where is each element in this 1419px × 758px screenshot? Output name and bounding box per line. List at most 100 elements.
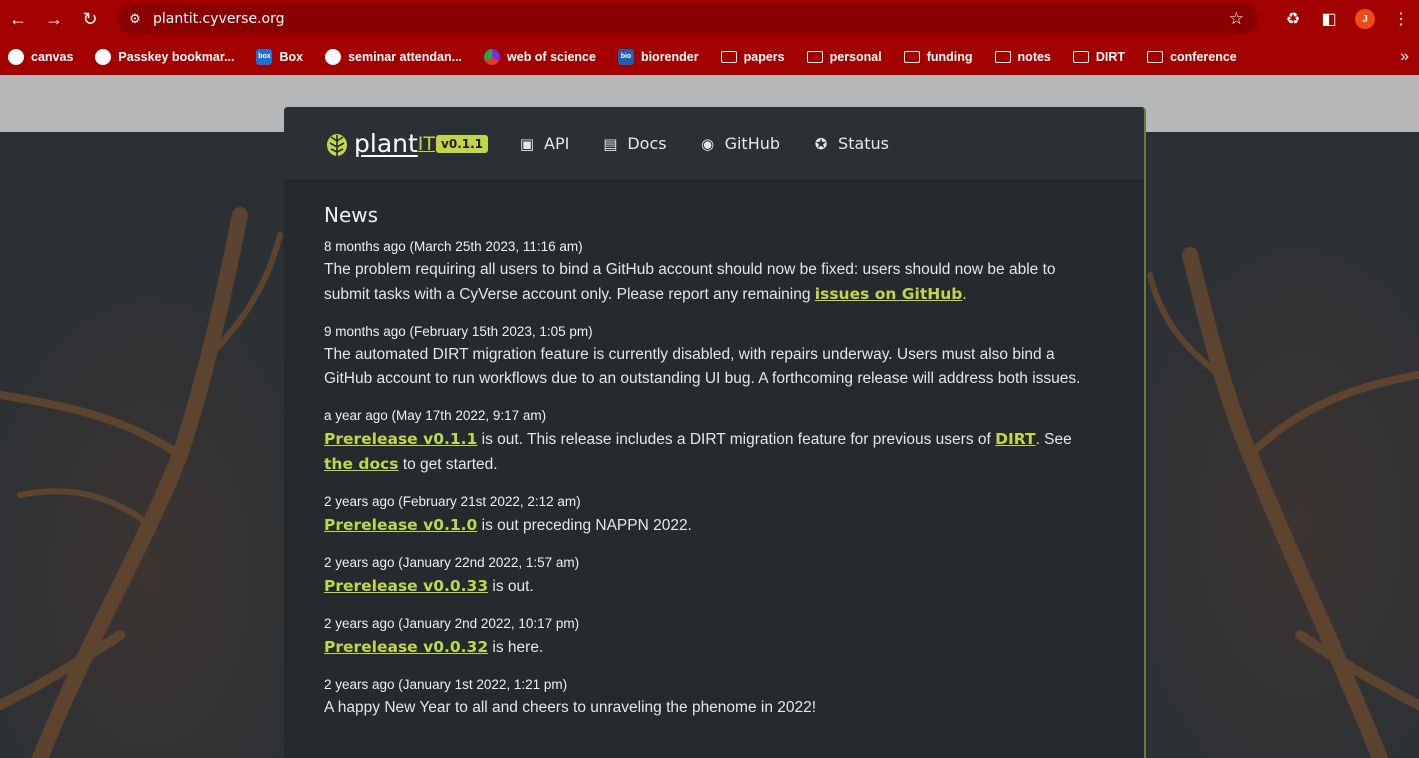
news-text: is out.	[488, 578, 534, 595]
bookmark-label: canvas	[31, 49, 74, 64]
bookmark-label: funding	[926, 49, 973, 64]
globe-icon	[95, 48, 112, 65]
news-body: Prerelease v0.0.32 is here.	[324, 635, 1104, 660]
news-body: The problem requiring all users to bind …	[324, 258, 1104, 307]
biorender-icon: bio	[617, 48, 634, 65]
news-link[interactable]: DIRT	[995, 430, 1035, 448]
leaf-logo-icon	[327, 133, 347, 156]
news-body: A happy New Year to all and cheers to un…	[324, 696, 1104, 720]
avatar: J	[1355, 9, 1375, 29]
folder-icon	[720, 50, 737, 63]
profile-avatar[interactable]: J	[1347, 0, 1383, 38]
news-link[interactable]: Prerelease v0.0.32	[324, 638, 488, 656]
bookmark-label: DIRT	[1095, 49, 1126, 64]
nav-github-label: GitHub	[724, 134, 781, 153]
news-link[interactable]: Prerelease v0.1.0	[324, 516, 477, 534]
bookmark-label: personal	[829, 49, 882, 64]
seminar-icon	[325, 48, 342, 65]
news-body: Prerelease v0.1.1 is out. This release i…	[324, 427, 1104, 477]
news-text: is out. This release includes a DIRT mig…	[477, 431, 996, 448]
news-date: 2 years ago (January 1st 2022, 1:21 pm)	[324, 677, 568, 692]
news-item: a year ago (May 17th 2022, 9:17 am) Prere…	[324, 408, 1104, 477]
bookmark-5[interactable]: bio biorender	[617, 48, 699, 65]
folder-icon	[806, 50, 823, 63]
nav-github[interactable]: ◉ GitHub	[699, 134, 780, 153]
page-viewport: plant IT v0.1.1 ▣ API ▤ Docs ◉ GitHub ✪ …	[0, 75, 1419, 758]
book-icon: ▤	[603, 134, 618, 153]
logo-plant-text: plant	[354, 129, 418, 158]
news-link[interactable]: the docs	[324, 455, 399, 473]
news-body: Prerelease v0.1.0 is out preceding NAPPN…	[324, 513, 1104, 538]
menu-kebab-icon[interactable]: ⋮	[1383, 0, 1419, 38]
bookmark-7[interactable]: personal	[806, 49, 882, 64]
satellite-icon: ✪	[814, 134, 828, 153]
main-card: plant IT v0.1.1 ▣ API ▤ Docs ◉ GitHub ✪ …	[284, 107, 1146, 758]
plantit-logo[interactable]: plant IT v0.1.1	[324, 129, 489, 158]
nav-api-label: API	[544, 134, 570, 153]
news-link[interactable]: Prerelease v0.0.33	[324, 577, 488, 595]
news-section: News 8 months ago (March 25th 2023, 11:1…	[284, 181, 1144, 758]
bookmarks-overflow-icon[interactable]: »	[1400, 48, 1409, 66]
news-item: 2 years ago (January 2nd 2022, 10:17 pm)…	[324, 616, 1104, 660]
bookmark-11[interactable]: conference	[1147, 50, 1237, 64]
bookmark-9[interactable]: notes	[994, 49, 1051, 64]
logo-it-text: IT	[417, 132, 436, 155]
address-bar[interactable]: ⚙ plantit.cyverse.org ☆	[117, 4, 1258, 34]
site-header: plant IT v0.1.1 ▣ API ▤ Docs ◉ GitHub ✪ …	[284, 107, 1144, 181]
box-icon: box	[256, 48, 273, 65]
news-text: A happy New Year to all and cheers to un…	[324, 699, 817, 716]
bookmark-label: biorender	[640, 49, 699, 64]
news-text: .	[962, 286, 967, 303]
reload-icon[interactable]: ↻	[72, 0, 108, 38]
bookmark-label: seminar attendan...	[348, 49, 463, 64]
news-link[interactable]: issues on GitHub	[815, 285, 963, 303]
bookmark-2[interactable]: box Box	[256, 48, 304, 65]
side-panel-icon[interactable]: ◧	[1311, 0, 1347, 38]
news-date: 9 months ago (February 15th 2023, 1:05 p…	[324, 324, 593, 339]
bookmark-10[interactable]: DIRT	[1072, 49, 1126, 64]
forward-arrow-icon[interactable]: →	[36, 0, 72, 38]
folder-icon	[903, 50, 920, 63]
bookmark-label: conference	[1170, 49, 1237, 64]
news-date: 2 years ago (January 22nd 2022, 1:57 am)	[324, 555, 580, 570]
bookmark-label: Box	[279, 49, 304, 64]
news-text: The automated DIRT migration feature is …	[324, 346, 1081, 387]
url-text[interactable]: plantit.cyverse.org	[153, 11, 285, 27]
bookmark-label: web of science	[507, 49, 596, 64]
news-body: Prerelease v0.0.33 is out.	[324, 574, 1104, 599]
version-badge: v0.1.1	[436, 134, 489, 153]
bookmark-label: Passkey bookmar...	[118, 49, 235, 64]
nav-status[interactable]: ✪ Status	[812, 134, 889, 153]
site-settings-icon[interactable]: ⚙	[117, 11, 153, 27]
browser-toolbar: ← → ↻ ⚙ plantit.cyverse.org ☆ ♻ ◧ J ⋮	[0, 0, 1419, 38]
bookmark-4[interactable]: web of science	[484, 48, 596, 65]
news-text: to get started.	[398, 456, 498, 473]
github-icon: ◉	[701, 134, 715, 153]
bookmark-8[interactable]: funding	[903, 49, 973, 64]
news-body: The automated DIRT migration feature is …	[324, 343, 1104, 391]
news-date: 2 years ago (February 21st 2022, 2:12 am…	[324, 494, 581, 509]
bookmark-label: papers	[743, 49, 785, 64]
nav-docs[interactable]: ▤ Docs	[601, 134, 666, 153]
bookmark-label: notes	[1017, 49, 1051, 64]
folder-icon	[994, 50, 1011, 63]
canvas-icon	[8, 48, 24, 65]
nav-docs-label: Docs	[627, 134, 667, 153]
news-text: . See	[1035, 431, 1072, 448]
extensions-icon[interactable]: ♻	[1275, 0, 1311, 38]
bookmark-6[interactable]: papers	[720, 49, 785, 64]
wos-icon	[484, 48, 501, 65]
news-text: is out preceding NAPPN 2022.	[477, 517, 692, 534]
nav-api[interactable]: ▣ API	[518, 134, 569, 153]
news-date: 8 months ago (March 25th 2023, 11:16 am)	[324, 239, 583, 254]
news-date: 2 years ago (January 2nd 2022, 10:17 pm)	[324, 616, 580, 631]
bookmark-3[interactable]: seminar attendan...	[325, 48, 463, 65]
news-link[interactable]: Prerelease v0.1.1	[324, 430, 477, 448]
bookmark-0[interactable]: canvas	[8, 48, 74, 65]
bookmark-1[interactable]: Passkey bookmar...	[95, 48, 235, 65]
back-arrow-icon[interactable]: ←	[0, 0, 36, 38]
news-item: 2 years ago (February 21st 2022, 2:12 am…	[324, 494, 1104, 538]
bookmarks-bar: canvas Passkey bookmar... box Box seminar at…	[0, 38, 1419, 75]
folder-icon	[1147, 50, 1164, 63]
bookmark-star-icon[interactable]: ☆	[1229, 9, 1244, 29]
